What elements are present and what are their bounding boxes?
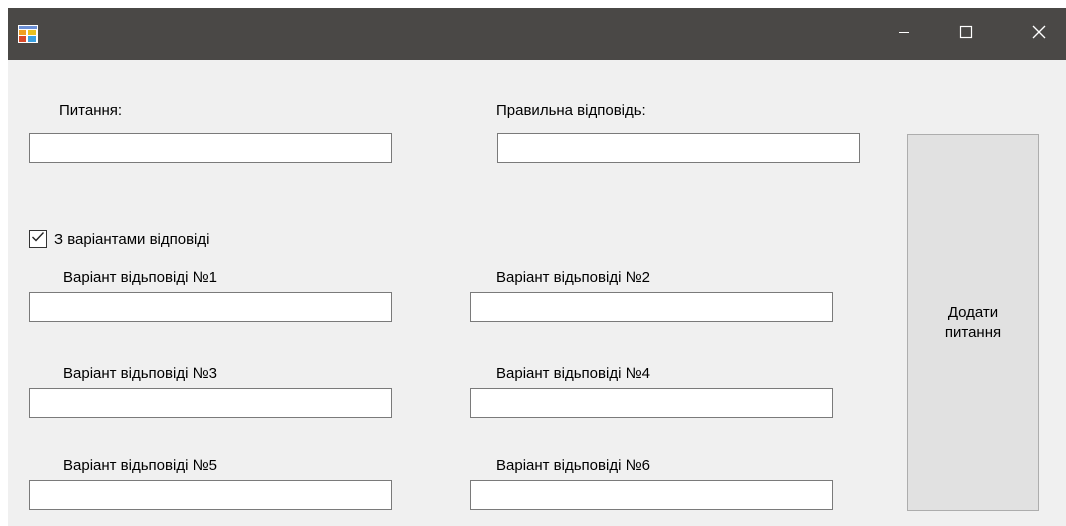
close-button[interactable] — [1016, 8, 1062, 60]
question-editor-window: Питання: Правильна відповідь: З варіанта… — [8, 8, 1066, 526]
variant-1-label: Варіант відьповіді №1 — [63, 269, 218, 286]
variant-4-label: Варіант відьповіді №4 — [496, 365, 651, 382]
variant-6-label: Варіант відьповіді №6 — [496, 457, 651, 474]
checkmark-icon — [31, 230, 45, 248]
variant-3-input[interactable] — [29, 388, 392, 418]
correct-answer-label: Правильна відповідь: — [496, 102, 646, 119]
checkbox-box[interactable] — [29, 230, 47, 248]
variant-5-input[interactable] — [29, 480, 392, 510]
multiple-choice-checkbox[interactable]: З варіантами відповіді — [29, 228, 209, 250]
variant-6-input[interactable] — [470, 480, 833, 510]
form-app-icon — [18, 25, 38, 43]
variant-3-label: Варіант відьповіді №3 — [63, 365, 218, 382]
minimize-icon — [898, 25, 910, 43]
question-label: Питання: — [59, 102, 123, 119]
variant-2-input[interactable] — [470, 292, 833, 322]
multiple-choice-label: З варіантами відповіді — [54, 230, 210, 248]
title-bar — [8, 8, 1066, 60]
correct-answer-input[interactable] — [497, 133, 860, 163]
variant-4-input[interactable] — [470, 388, 833, 418]
variant-2-label: Варіант відьповіді №2 — [496, 269, 651, 286]
close-icon — [1032, 25, 1046, 44]
maximize-icon — [959, 25, 973, 44]
question-input[interactable] — [29, 133, 392, 163]
maximize-button[interactable] — [943, 8, 989, 60]
variant-5-label: Варіант відьповіді №5 — [63, 457, 218, 474]
variant-1-input[interactable] — [29, 292, 392, 322]
add-question-button[interactable]: Додати питання — [907, 134, 1039, 511]
minimize-button[interactable] — [881, 8, 927, 60]
